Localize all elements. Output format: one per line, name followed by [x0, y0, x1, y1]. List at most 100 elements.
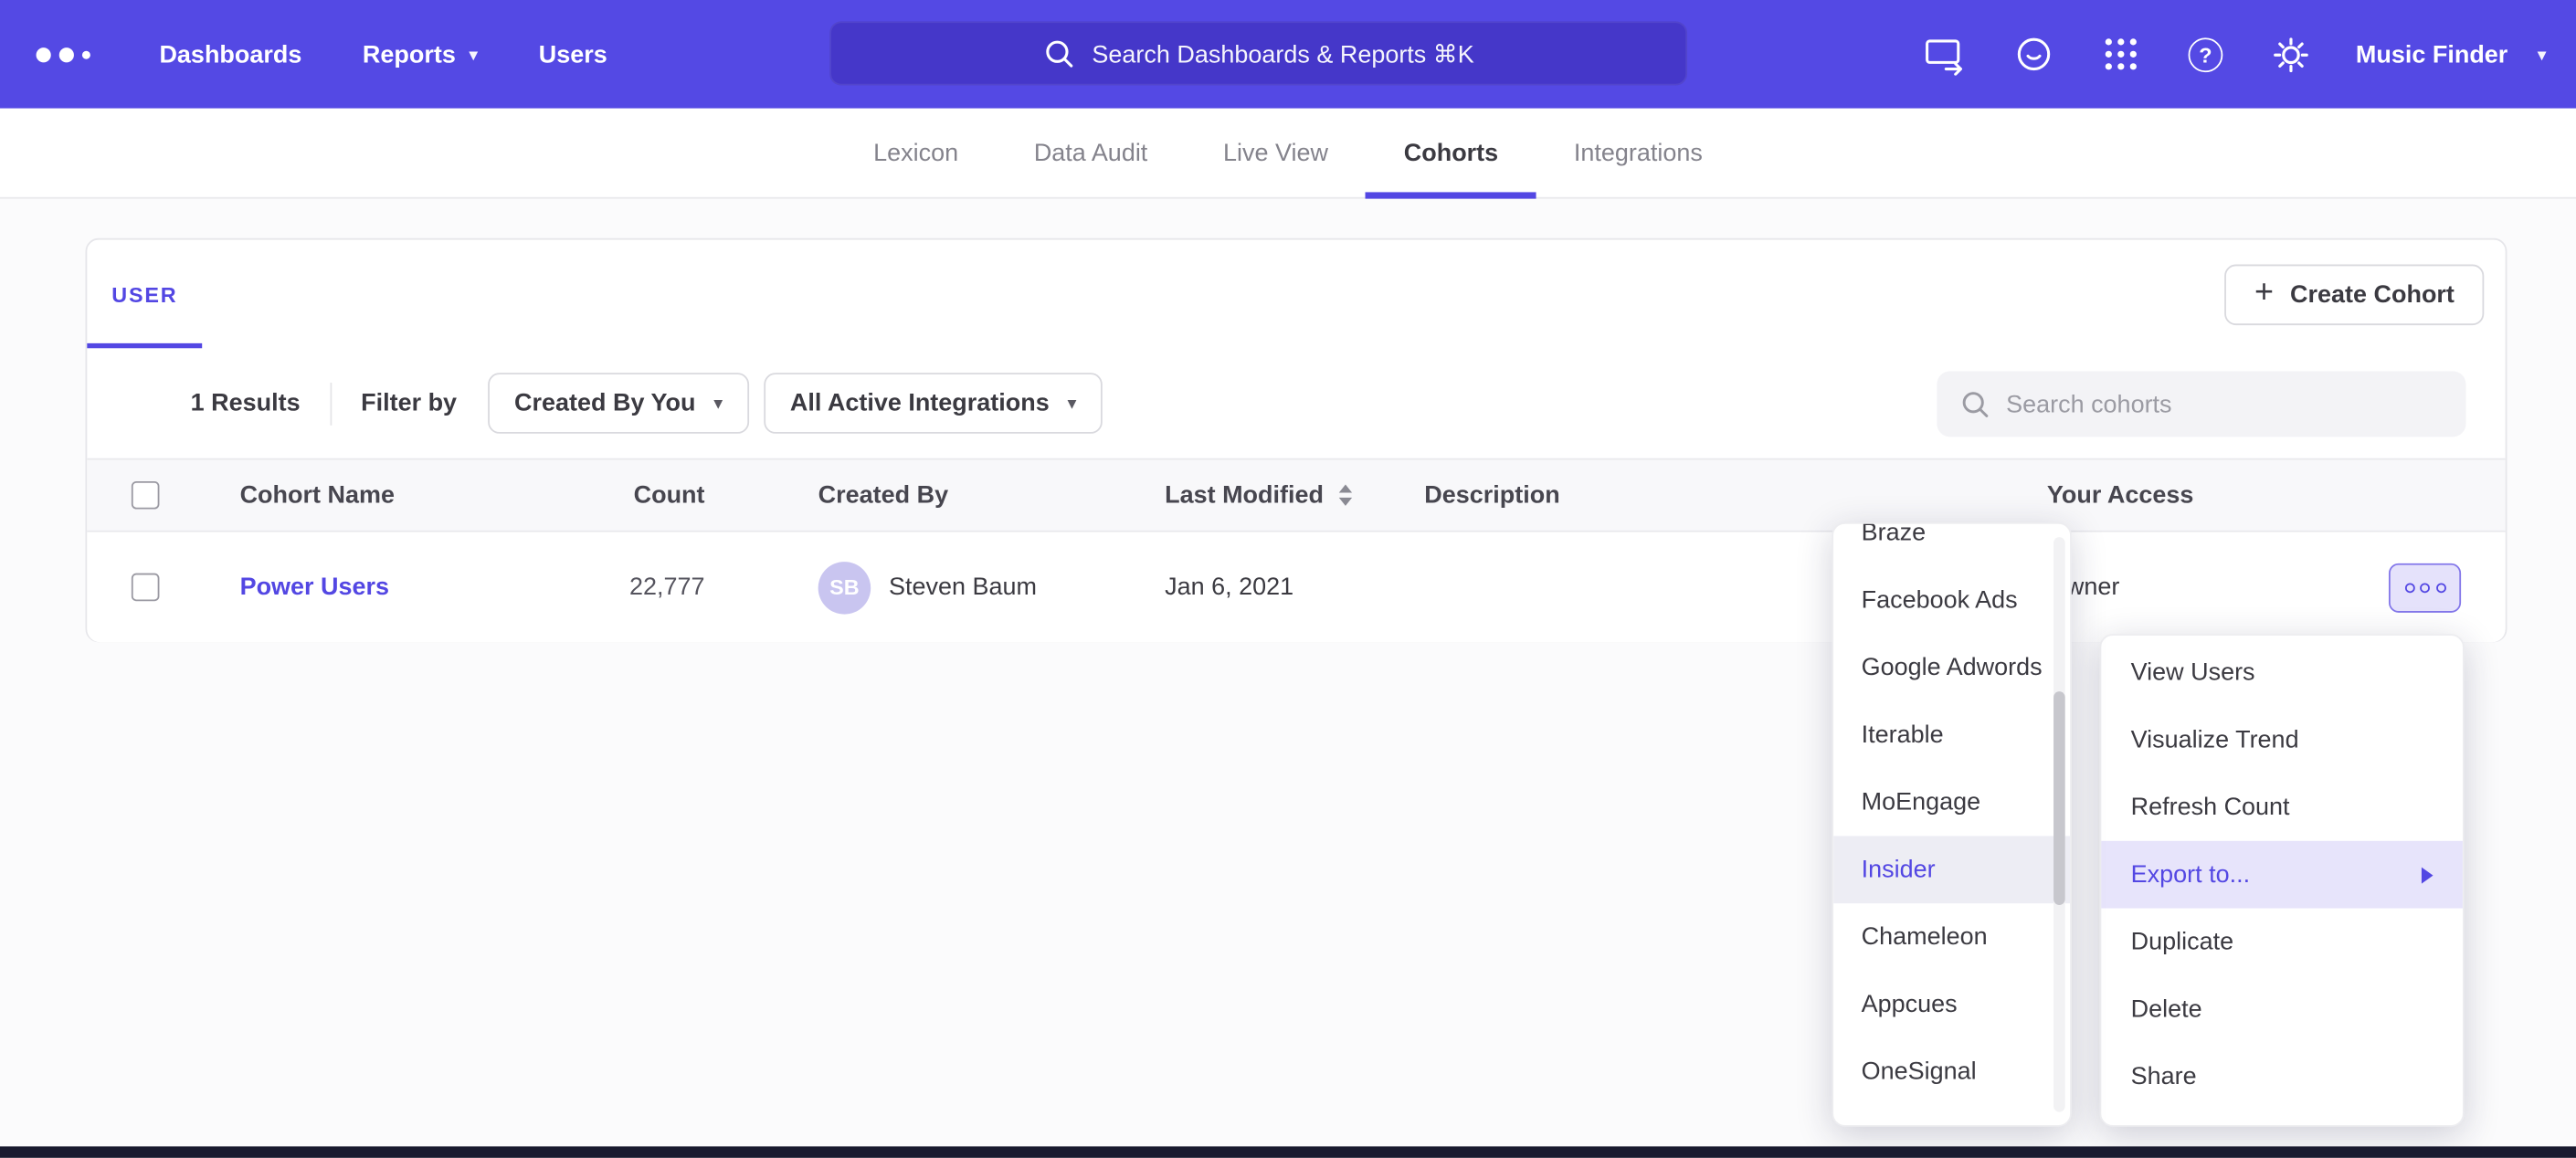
menu-label: Share [2131, 1063, 2197, 1091]
created-by-filter-label: Created By You [514, 389, 695, 417]
cohort-search-input[interactable] [2006, 390, 2443, 418]
last-modified-value: Jan 6, 2021 [1165, 574, 1293, 602]
project-switcher[interactable]: Music Finder ▾ [2356, 40, 2547, 68]
creator-name: Steven Baum [889, 574, 1037, 602]
search-icon [1042, 37, 1073, 68]
menu-label: View Users [2131, 658, 2255, 687]
apps-grid-icon[interactable] [2101, 35, 2140, 74]
avatar: SB [818, 561, 871, 614]
integrations-filter-label: All Active Integrations [790, 389, 1050, 417]
export-option-moengage[interactable]: MoEngage [1833, 769, 2070, 837]
navbar-right: ? Music Finder ▾ [1924, 0, 2547, 109]
column-last-modified-label: Last Modified [1165, 481, 1324, 510]
menu-delete[interactable]: Delete [2101, 975, 2463, 1043]
export-list: Braze Facebook Ads Google Adwords Iterab… [1833, 522, 2070, 1105]
app: Dashboards Reports ▾ Users Search Dashboa… [0, 0, 2576, 1158]
column-cohort-name: Cohort Name [224, 481, 627, 510]
column-created-by: Created By [790, 481, 1136, 510]
nav-users[interactable]: Users [539, 40, 607, 68]
menu-label: Export to... [2131, 860, 2250, 889]
integrations-filter[interactable]: All Active Integrations ▾ [764, 373, 1103, 434]
column-your-access: Your Access [2019, 481, 2505, 510]
logo-dot [59, 47, 74, 61]
export-option-braze[interactable]: Braze [1833, 522, 2070, 567]
export-option-onesignal[interactable]: OneSignal [1833, 1038, 2070, 1106]
export-option-facebook-ads[interactable]: Facebook Ads [1833, 566, 2070, 634]
scrollbar-thumb[interactable] [2053, 691, 2065, 905]
table-row: Power Users 22,777 SB Steven Baum Jan 6,… [87, 532, 2505, 642]
nav-dashboards[interactable]: Dashboards [159, 40, 301, 68]
export-option-insider[interactable]: Insider [1833, 836, 2070, 903]
bottom-bar [0, 1146, 2576, 1158]
question-mark-glyph: ? [2188, 37, 2222, 71]
settings-icon[interactable] [2270, 34, 2311, 75]
card-header: USER + Create Cohort [87, 240, 2505, 349]
menu-label: Duplicate [2131, 928, 2233, 956]
column-count: Count [626, 481, 790, 510]
column-last-modified[interactable]: Last Modified [1137, 481, 1397, 510]
chevron-down-icon: ▾ [1067, 393, 1076, 414]
last-modified-cell: Jan 6, 2021 [1137, 574, 1397, 602]
menu-duplicate[interactable]: Duplicate [2101, 909, 2463, 976]
scrollbar-track[interactable] [2053, 537, 2065, 1111]
filter-row: 1 Results Filter by Created By You ▾ All… [87, 348, 2505, 458]
tab-cohorts[interactable]: Cohorts [1366, 109, 1536, 197]
ellipsis-icon [2404, 583, 2414, 593]
create-cohort-label: Create Cohort [2290, 281, 2455, 310]
menu-label: Refresh Count [2131, 794, 2290, 822]
export-option-google-adwords[interactable]: Google Adwords [1833, 634, 2070, 701]
access-cell: Owner [2019, 563, 2505, 612]
nav-reports[interactable]: Reports ▾ [363, 40, 478, 68]
tab-integrations[interactable]: Integrations [1536, 109, 1741, 197]
primary-nav: Dashboards Reports ▾ Users [159, 40, 607, 68]
tab-lexicon[interactable]: Lexicon [836, 109, 997, 197]
nav-reports-label: Reports [363, 40, 456, 68]
logo-dot [82, 50, 90, 58]
submenu-arrow-icon [2422, 867, 2433, 883]
global-search-placeholder: Search Dashboards & Reports ⌘K [1092, 38, 1473, 68]
divider [330, 382, 332, 425]
search-icon [1960, 387, 1990, 420]
tab-live-view[interactable]: Live View [1186, 109, 1367, 197]
row-checkbox[interactable] [132, 574, 160, 602]
screen-share-icon[interactable] [1924, 34, 1967, 75]
menu-label: Visualize Trend [2131, 726, 2299, 754]
tab-user-cohorts[interactable]: USER [87, 240, 202, 349]
export-option-chameleon[interactable]: Chameleon [1833, 903, 2070, 971]
ellipsis-icon [2420, 583, 2430, 593]
create-cohort-button[interactable]: + Create Cohort [2225, 265, 2485, 326]
cohort-search [1937, 371, 2465, 437]
menu-label: Delete [2131, 995, 2202, 1024]
results-count: 1 Results [191, 389, 301, 417]
feedback-icon[interactable] [2014, 35, 2053, 74]
global-search[interactable]: Search Dashboards & Reports ⌘K [829, 21, 1687, 85]
table-header: Cohort Name Count Created By Last Modifi… [87, 458, 2505, 532]
select-all-checkbox[interactable] [132, 481, 160, 510]
menu-share[interactable]: Share [2101, 1043, 2463, 1111]
brand-logo[interactable] [37, 47, 90, 61]
menu-visualize-trend[interactable]: Visualize Trend [2101, 706, 2463, 774]
cohort-name-link[interactable]: Power Users [240, 574, 389, 602]
project-name: Music Finder [2356, 40, 2507, 68]
row-more-button[interactable] [2389, 563, 2461, 612]
chevron-down-icon: ▾ [2538, 44, 2547, 65]
chevron-down-icon: ▾ [469, 44, 478, 65]
export-option-iterable[interactable]: Iterable [1833, 701, 2070, 769]
sort-icon [1338, 485, 1351, 505]
cohorts-card: USER + Create Cohort 1 Results Filter by… [86, 238, 2507, 642]
menu-export-to[interactable]: Export to... [2101, 841, 2463, 909]
created-by-filter[interactable]: Created By You ▾ [488, 373, 749, 434]
menu-refresh-count[interactable]: Refresh Count [2101, 774, 2463, 841]
export-submenu: Braze Facebook Ads Google Adwords Iterab… [1832, 522, 2072, 1127]
filter-by-label: Filter by [361, 389, 457, 417]
help-icon[interactable]: ? [2188, 37, 2222, 71]
chevron-down-icon: ▾ [713, 393, 723, 414]
top-navbar: Dashboards Reports ▾ Users Search Dashboa… [0, 0, 2576, 109]
ellipsis-icon [2435, 583, 2445, 593]
export-option-appcues[interactable]: Appcues [1833, 971, 2070, 1038]
tab-data-audit[interactable]: Data Audit [996, 109, 1185, 197]
creator-cell: SB Steven Baum [790, 561, 1136, 614]
column-description: Description [1397, 481, 2020, 510]
project-tabs: Lexicon Data Audit Live View Cohorts Int… [0, 109, 2576, 199]
menu-view-users[interactable]: View Users [2101, 639, 2463, 707]
